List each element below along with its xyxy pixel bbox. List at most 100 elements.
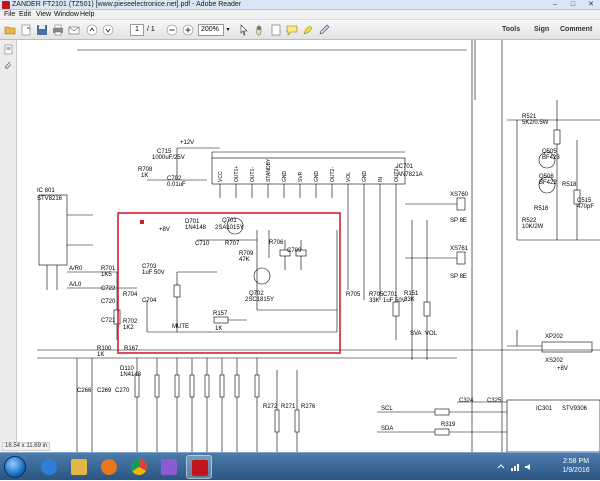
zoom-dropdown-icon[interactable]: ▾ — [224, 24, 232, 36]
tray-arrow-icon[interactable] — [496, 462, 506, 472]
label-c709: C709 — [287, 248, 302, 254]
pin-label: STANDBY — [266, 158, 272, 182]
fit-page-icon[interactable] — [270, 24, 282, 36]
print-icon[interactable] — [52, 24, 64, 36]
paint-icon[interactable] — [156, 455, 182, 479]
zoom-in-icon[interactable] — [182, 24, 194, 36]
pin-label: OUT2- — [330, 167, 336, 182]
label-r708v: 1K — [141, 173, 148, 179]
label-q505v: BF423 — [542, 155, 560, 161]
label-c715v: 1000uF/25V — [152, 155, 185, 161]
label-r319: R319 — [441, 422, 456, 428]
label-q506v: BF422 — [539, 180, 557, 186]
hand-tool-icon[interactable] — [254, 24, 266, 36]
page-total: / 1 — [147, 26, 155, 33]
label-c710: C710 — [195, 241, 210, 247]
label-c720: C720 — [101, 299, 116, 305]
tools-tab[interactable]: Tools — [502, 20, 520, 40]
menu-view[interactable]: View — [36, 10, 51, 20]
volume-icon[interactable] — [524, 462, 534, 472]
minimize-icon[interactable]: – — [546, 0, 564, 10]
media-player-icon[interactable] — [96, 455, 122, 479]
label-c701v: 1uF 50V — [383, 298, 406, 304]
sign-pen-icon[interactable] — [318, 24, 330, 36]
label-q701: Q701 — [222, 218, 237, 224]
adobe-reader-icon — [2, 1, 10, 9]
label-r157v: 1K — [215, 326, 222, 332]
save-icon[interactable] — [36, 24, 48, 36]
zoom-out-icon[interactable] — [166, 24, 178, 36]
internet-explorer-icon[interactable] — [36, 455, 62, 479]
email-icon[interactable] — [68, 24, 80, 36]
zoom-field[interactable]: 200% — [198, 24, 224, 36]
start-button[interactable] — [4, 456, 26, 478]
clock-date: 1/9/2016 — [562, 467, 590, 474]
highlight-icon[interactable] — [302, 24, 314, 36]
label-sva: SVA — [410, 331, 422, 337]
menu-help[interactable]: Help — [80, 10, 94, 20]
label-xs202: XS202 — [545, 358, 564, 364]
menu-bar: File Edit View Window Help — [0, 10, 600, 20]
clock[interactable]: 2:58 PM 1/9/2016 — [558, 457, 594, 475]
menu-edit[interactable]: Edit — [19, 10, 31, 20]
label-plus8v2: +8V — [557, 366, 568, 372]
pin-label: GND — [362, 171, 368, 183]
window-title: ZANDER FT2101 (TZ501) [www.pieseelectron… — [12, 1, 242, 8]
schematic-drawing: IC 801 STV8216 IC701 AN7821A +12V C715 1… — [37, 40, 600, 452]
page-number-field[interactable]: 1 — [130, 24, 144, 36]
pin-label: IN — [378, 177, 384, 182]
label-r701v: 1K5 — [101, 272, 112, 278]
menu-window[interactable]: Window — [54, 10, 79, 20]
label-r157: R157 — [213, 311, 228, 317]
label-c324: C324 — [459, 398, 474, 404]
document-area[interactable]: IC 801 STV8216 IC701 AN7821A +12V C715 1… — [0, 40, 600, 452]
label-sda: SDA — [381, 426, 393, 432]
close-icon[interactable]: ✕ — [582, 0, 600, 10]
label-c325: C325 — [487, 398, 502, 404]
label-ic801: IC 801 — [37, 188, 55, 194]
label-r706: R706 — [269, 240, 284, 246]
label-c722: C722 — [101, 286, 116, 292]
menu-file[interactable]: File — [4, 10, 15, 20]
label-r522v: 10K/2W — [522, 224, 544, 230]
select-tool-icon[interactable] — [238, 24, 250, 36]
adobe-reader-window: ZANDER FT2101 (TZ501) [www.pieseelectron… — [0, 0, 600, 480]
label-r276: R276 — [301, 404, 316, 410]
label-plus8v: +8V — [159, 227, 170, 233]
adobe-reader-icon[interactable] — [186, 455, 212, 479]
label-c702v: 0.01uF — [167, 182, 186, 188]
file-explorer-icon[interactable] — [66, 455, 92, 479]
label-d701v: 1N4148 — [185, 225, 207, 231]
create-icon[interactable] — [20, 24, 32, 36]
label-r704: R704 — [123, 292, 138, 298]
comment-note-icon[interactable] — [286, 24, 298, 36]
label-a-r0: A/R0 — [69, 266, 83, 272]
windows-taskbar: 2:58 PM 1/9/2016 — [0, 452, 600, 480]
next-page-icon[interactable] — [102, 24, 114, 36]
page-thumbnails-icon[interactable] — [3, 44, 14, 55]
label-c269: C269 — [97, 388, 112, 394]
label-r705bv: 33K — [369, 298, 380, 304]
chrome-icon[interactable] — [126, 455, 152, 479]
network-icon[interactable] — [510, 462, 520, 472]
maximize-icon[interactable]: □ — [564, 0, 582, 10]
pin-label: GND — [282, 171, 288, 183]
sign-tab[interactable]: Sign — [534, 20, 549, 40]
page-size-indicator: 16.54 x 11.69 in — [2, 442, 51, 451]
label-r705: R705 — [346, 292, 361, 298]
open-icon[interactable] — [4, 24, 16, 36]
attachments-icon[interactable] — [3, 60, 14, 71]
label-q702v: 2SC1815Y — [245, 297, 274, 303]
label-sp8e2: SP 8E — [450, 274, 467, 280]
previous-page-icon[interactable] — [86, 24, 98, 36]
label-xp202: XP202 — [545, 334, 564, 340]
clock-time: 2:58 PM — [562, 458, 590, 465]
title-bar: ZANDER FT2101 (TZ501) [www.pieseelectron… — [0, 0, 600, 10]
label-r518: R518 — [562, 182, 577, 188]
label-c515v: 470pF — [577, 204, 594, 210]
label-a-l0: A/L0 — [69, 282, 82, 288]
label-plus12v: +12V — [180, 140, 194, 146]
toolbar: 1 / 1 200% ▾ Tools Sign Comment — [0, 20, 600, 40]
comment-tab[interactable]: Comment — [560, 20, 592, 40]
label-r272: R272 — [263, 404, 278, 410]
